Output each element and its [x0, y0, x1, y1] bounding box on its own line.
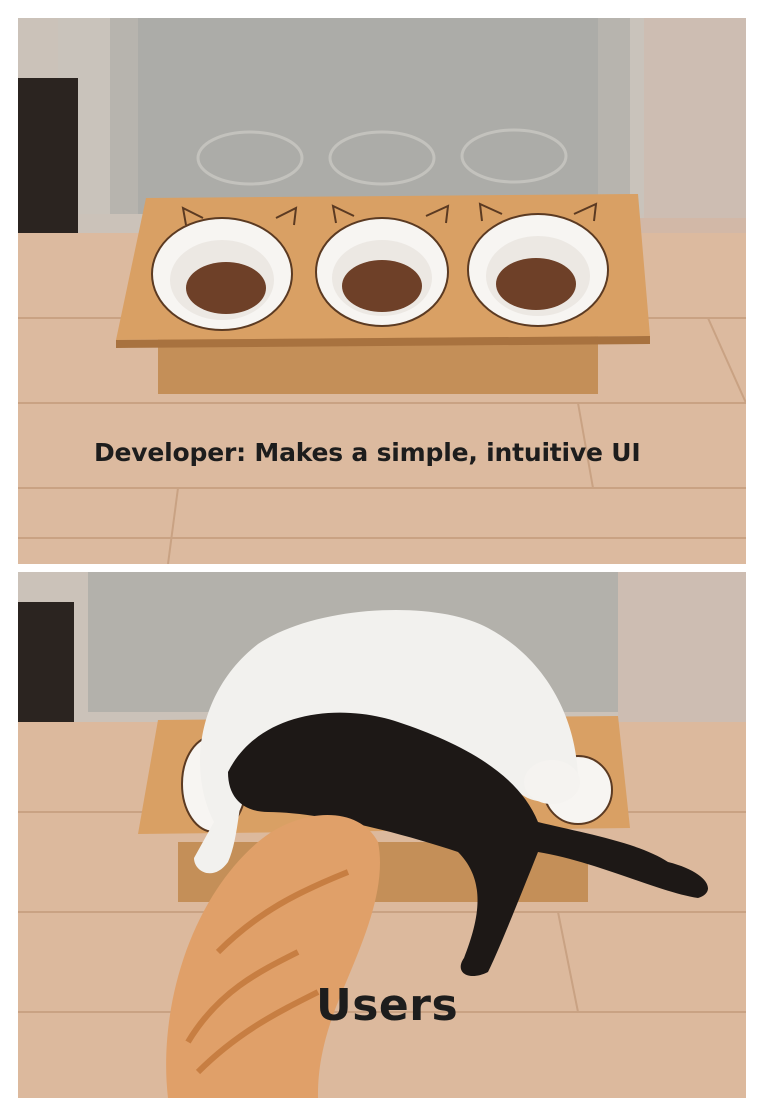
top-panel-photo: Developer: Makes a simple, intuitive UI — [18, 18, 746, 564]
empty-feeder-photo — [18, 18, 746, 564]
bottom-panel-photo: Users — [18, 572, 746, 1098]
bottom-caption: Users — [316, 980, 459, 1031]
meme-image: Developer: Makes a simple, intuitive UI — [0, 0, 774, 1112]
top-caption: Developer: Makes a simple, intuitive UI — [94, 438, 641, 467]
